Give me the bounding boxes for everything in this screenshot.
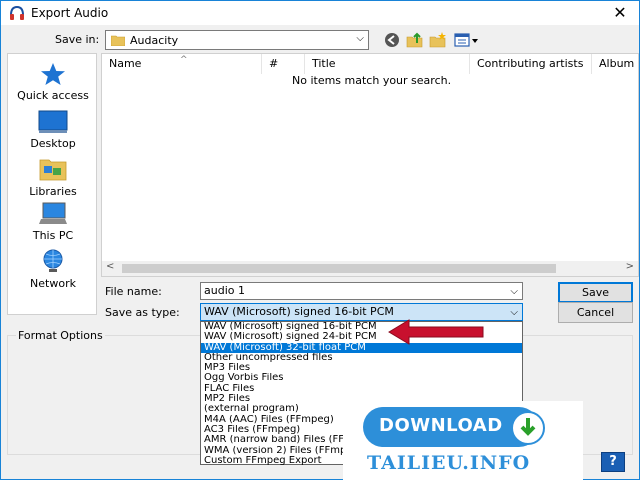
format-options-title: Format Options [16,329,105,342]
up-folder-icon[interactable] [406,31,424,49]
cancel-button[interactable]: Cancel [558,302,633,323]
dropdown-option[interactable]: FLAC Files [201,384,522,394]
back-icon[interactable] [383,31,401,49]
download-badge: DOWNLOAD [363,407,545,447]
column-header-name[interactable]: Name ^ [102,54,262,74]
download-arrow-icon [511,411,545,445]
watermark: DOWNLOAD TAILIEU.INFO [343,401,583,480]
place-libraries[interactable]: Libraries [8,156,98,198]
export-audio-dialog: Export Audio ✕ Save in: Audacity ⌵ Quick… [0,0,640,480]
close-button[interactable]: ✕ [607,3,633,23]
sort-caret-icon: ^ [180,55,188,65]
place-desktop[interactable]: Desktop [8,110,98,150]
column-header-contributing-artists[interactable]: Contributing artists [470,54,592,74]
view-menu-icon[interactable] [453,31,479,49]
star-icon [41,63,65,85]
save-in-combo[interactable]: Audacity ⌵ [105,30,369,50]
save-button[interactable]: Save [558,282,633,303]
download-text: DOWNLOAD [379,415,503,436]
chevron-down-icon: ⌵ [356,33,364,44]
scroll-left-icon[interactable]: < [106,261,114,272]
place-this-pc[interactable]: This PC [8,202,98,242]
dropdown-option[interactable]: Other uncompressed files [201,353,522,363]
horizontal-scrollbar[interactable]: < > [102,261,638,276]
place-label: This PC [32,229,74,242]
save-as-type-label: Save as type: [105,306,180,319]
chevron-down-icon[interactable]: ⌵ [510,284,518,300]
network-icon [43,249,63,272]
empty-message: No items match your search. [292,74,452,87]
libraries-icon [39,159,67,181]
desktop-icon [38,110,68,133]
places-bar: Quick access Desktop Libraries This PC N… [7,53,97,315]
save-as-type-value: WAV (Microsoft) signed 16-bit PCM [204,305,394,318]
file-name-input[interactable]: audio 1 ⌵ [200,282,523,300]
window-title: Export Audio [31,6,109,20]
file-name-value: audio 1 [204,284,245,297]
place-label: Network [30,277,76,290]
place-label: Desktop [30,137,76,150]
place-label: Libraries [29,185,77,198]
dropdown-option[interactable]: MP3 Files [201,363,522,373]
column-header-number[interactable]: # [262,54,305,74]
scrollbar-thumb[interactable] [122,264,556,273]
chevron-down-icon[interactable]: ⌵ [510,305,518,321]
computer-icon [39,202,67,224]
file-name-label: File name: [105,285,162,298]
scroll-right-icon[interactable]: > [626,261,634,272]
place-network[interactable]: Network [8,248,98,290]
help-button[interactable]: ? [601,452,625,472]
column-header-album[interactable]: Album [592,54,638,74]
red-arrow-annotation [388,319,484,345]
file-list[interactable]: Name ^ # Title Contributing artists Albu… [101,53,639,277]
help-icon: ? [609,454,617,469]
save-in-label: Save in: [55,33,100,46]
dropdown-option[interactable]: Ogg Vorbis Files [201,373,522,383]
close-icon: ✕ [613,3,627,22]
folder-icon [111,35,125,46]
place-quick-access[interactable]: Quick access [8,62,98,102]
place-label: Quick access [17,89,89,102]
watermark-site: TAILIEU.INFO [367,452,531,474]
headphones-icon [10,6,24,20]
column-header-title[interactable]: Title [305,54,470,74]
save-in-value: Audacity [130,34,179,47]
title-bar: Export Audio ✕ [1,1,639,25]
new-folder-icon[interactable] [429,31,447,49]
